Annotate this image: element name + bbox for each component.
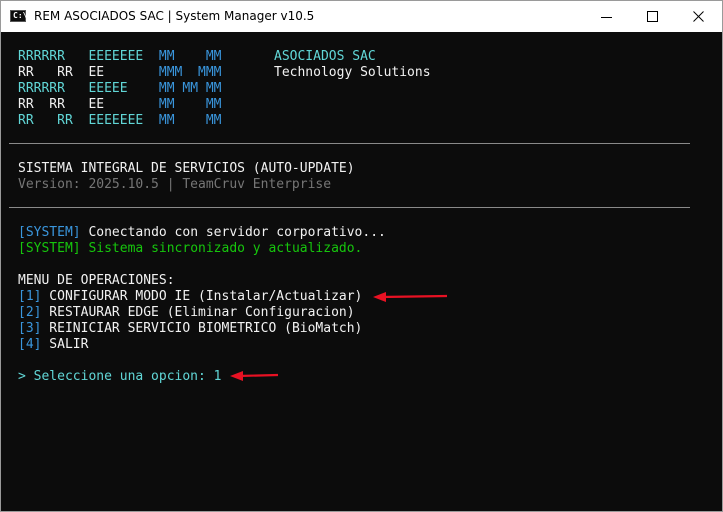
- banner-art-line-5: RR RR EEEEEEE MM MM: [18, 113, 222, 129]
- menu-item-label: REINICIAR SERVICIO BIOMETRICO (BioMatch): [41, 321, 363, 336]
- menu-item-4[interactable]: [4] SALIR: [18, 337, 88, 353]
- console-icon: C:\: [10, 10, 28, 22]
- banner-art-text: RRRRRR EEEEE MM MM MM: [18, 81, 222, 96]
- system-name: SISTEMA INTEGRAL DE SERVICIOS (AUTO-UPDA…: [18, 161, 355, 176]
- log-tag: [SYSTEM]: [18, 225, 81, 240]
- divider: [9, 207, 690, 208]
- banner-tagline: Technology Solutions: [274, 65, 431, 80]
- close-icon: [693, 11, 704, 22]
- minimize-button[interactable]: [584, 1, 630, 32]
- banner-art-m: MM MM: [158, 97, 222, 112]
- maximize-icon: [647, 11, 658, 22]
- console-window: C:\ REM ASOCIADOS SAC | System Manager v…: [0, 0, 723, 512]
- menu-item-label: SALIR: [41, 337, 89, 352]
- banner-art-line-3: RRRRRR EEEEE MM MM MM: [18, 81, 222, 97]
- log-line: [SYSTEM] Sistema sincronizado y actualiz…: [18, 241, 362, 257]
- input-prompt[interactable]: > Seleccione una opcion: 1: [18, 369, 222, 385]
- banner-art-text: RR RR EEEEEEE MM MM: [18, 113, 222, 128]
- title-bar[interactable]: C:\ REM ASOCIADOS SAC | System Manager v…: [1, 1, 722, 32]
- close-button[interactable]: [676, 1, 722, 32]
- menu-item-key: [4]: [18, 337, 42, 352]
- menu-item-label: RESTAURAR EDGE (Eliminar Configuracion): [41, 305, 355, 320]
- banner-art-line-2: RR RR EE MMM MMM: [18, 65, 222, 81]
- log-line: [SYSTEM] Conectando con servidor corpora…: [18, 225, 386, 241]
- banner-art-m: MM MM: [158, 49, 222, 64]
- banner-art-re: RR RR EEEEEEE: [18, 113, 159, 128]
- system-version: Version: 2025.10.5 | TeamCruv Enterprise: [18, 177, 332, 192]
- red-arrow-icon: [230, 371, 279, 381]
- banner-art-text: RR RR EE MMM MMM: [18, 65, 222, 80]
- menu-item-key: [1]: [18, 289, 42, 304]
- menu-item-2[interactable]: [2] RESTAURAR EDGE (Eliminar Configuraci…: [18, 305, 355, 321]
- console-icon-glyph: C:\: [13, 11, 28, 20]
- banner-art-re: RRRRRR EEEEE: [18, 81, 159, 96]
- banner-art-re: RRRRRR EEEEEEE: [18, 49, 159, 64]
- menu-item-1[interactable]: [1] CONFIGURAR MODO IE (Instalar/Actuali…: [18, 289, 362, 305]
- banner-art-m: MM MM MM: [158, 81, 222, 96]
- log-text: Sistema sincronizado y actualizado.: [80, 241, 363, 256]
- banner-art-text: RR RR EE MM MM: [18, 97, 222, 112]
- banner-art-re: RR RR EE: [18, 97, 159, 112]
- banner-company: ASOCIADOS SAC: [274, 49, 376, 64]
- prompt-value: 1: [213, 369, 222, 384]
- banner-art-re: RR RR EE: [18, 65, 159, 80]
- menu-item-key: [3]: [18, 321, 42, 336]
- log-tag: [SYSTEM]: [18, 241, 81, 256]
- divider: [9, 143, 690, 144]
- banner-art-line-4: RR RR EE MM MM: [18, 97, 222, 113]
- menu-item-label: CONFIGURAR MODO IE (Instalar/Actualizar): [41, 289, 363, 304]
- console-output[interactable]: RRRRRR EEEEEEE MM MM RR RR EE MMM MMM RR…: [1, 32, 722, 511]
- banner-art-m: MMM MMM: [158, 65, 222, 80]
- maximize-button[interactable]: [630, 1, 676, 32]
- banner-art-r: RRRRRR EEEEEEE MM MM: [18, 49, 222, 64]
- prompt-text: > Seleccione una opcion:: [18, 369, 214, 384]
- window-title: REM ASOCIADOS SAC | System Manager v10.5: [34, 9, 315, 23]
- menu-item-3[interactable]: [3] REINICIAR SERVICIO BIOMETRICO (BioMa…: [18, 321, 362, 337]
- log-text: Conectando con servidor corporativo...: [80, 225, 386, 240]
- banner-art-line-1: RRRRRR EEEEEEE MM MM: [18, 49, 222, 65]
- menu-heading: MENU DE OPERACIONES:: [18, 273, 175, 288]
- red-arrow-icon: [373, 292, 448, 302]
- banner-art-m: MM MM: [158, 113, 222, 128]
- menu-item-key: [2]: [18, 305, 42, 320]
- minimize-icon: [601, 17, 612, 18]
